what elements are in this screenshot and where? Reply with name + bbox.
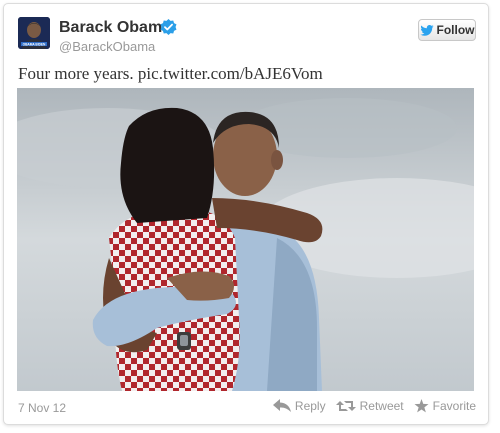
reply-icon (272, 399, 291, 412)
retweet-icon (335, 401, 356, 411)
favorite-button[interactable]: Favorite (414, 399, 476, 413)
reply-label: Reply (294, 399, 326, 413)
verified-badge-icon (160, 19, 177, 35)
tweet-photo[interactable] (17, 88, 474, 391)
tweet-card: OBAMA BIDEN Barack Obama @BarackObama Fo… (3, 3, 489, 425)
tweet-date[interactable]: 7 Nov 12 (18, 401, 66, 415)
reply-button[interactable]: Reply (272, 399, 326, 413)
retweet-label: Retweet (359, 399, 404, 413)
favorite-star-icon (414, 399, 429, 413)
retweet-button[interactable]: Retweet (335, 399, 404, 413)
tweet-text: Four more years. pic.twitter.com/bAJE6Vo… (18, 64, 323, 84)
author-handle[interactable]: @BarackObama (59, 39, 155, 54)
tweet-body: Four more years. (18, 64, 134, 83)
photo-image (17, 88, 474, 391)
follow-button-label: Follow (436, 23, 475, 37)
avatar-caption: OBAMA BIDEN (23, 42, 46, 46)
avatar-image: OBAMA BIDEN (18, 17, 50, 49)
twitter-bird-icon (419, 24, 434, 36)
favorite-label: Favorite (432, 399, 476, 413)
follow-button[interactable]: Follow (418, 19, 476, 41)
avatar[interactable]: OBAMA BIDEN (18, 17, 50, 49)
tweet-actions: Reply Retweet Favorite (272, 399, 476, 413)
tweet-photo-link[interactable]: pic.twitter.com/bAJE6Vom (138, 64, 323, 83)
author-name[interactable]: Barack Obama (59, 19, 171, 37)
